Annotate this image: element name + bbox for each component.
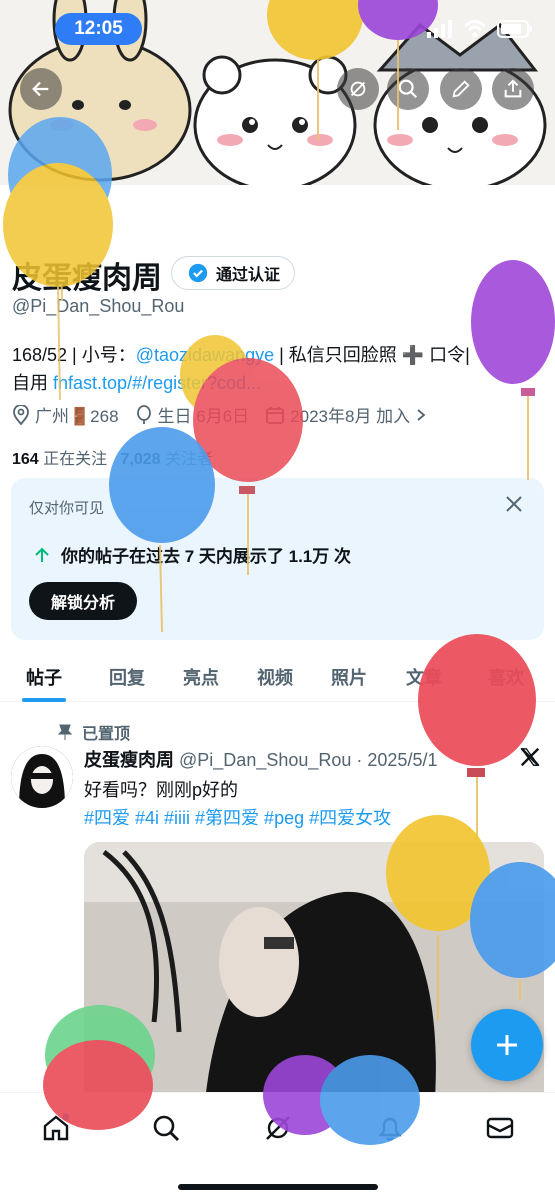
search-icon — [398, 79, 418, 99]
pinned-label: 已置顶 — [82, 726, 131, 743]
following-label: 正在关注 — [43, 451, 108, 468]
verified-badge-icon — [188, 263, 208, 283]
share-icon — [504, 79, 522, 98]
following-link[interactable]: 164 正在关注 — [12, 451, 107, 468]
profile-tabs: 帖子 回复 亮点 视频 照片 文章 喜欢 — [0, 652, 555, 702]
grok-icon — [350, 81, 366, 97]
avatar-illustration — [11, 746, 73, 808]
calendar-icon — [266, 406, 285, 424]
bio-line2-prefix: 自用 — [12, 373, 54, 393]
post-image[interactable] — [84, 842, 544, 1112]
unlock-analytics-button[interactable]: 解锁分析 — [29, 582, 137, 620]
follow-stats: 164 正在关注 7,028 关注者 — [12, 445, 213, 469]
location-item: 广州🚪268 — [12, 402, 119, 427]
bio-line1-prefix: 168/52 | 小号： — [12, 345, 136, 365]
post-author-name[interactable]: 皮蛋瘦肉周 — [84, 750, 174, 770]
post-handle-date: @Pi_Dan_Shou_Rou · 2025/5/1 — [179, 750, 438, 770]
insight-card: 仅对你可见 你的帖子在过去 7 天内展示了 1.1万 次 解锁分析 — [11, 478, 544, 640]
impressions-stat: 你的帖子在过去 7 天内展示了 1.1万 次 — [33, 542, 351, 567]
verified-label: 通过认证 — [216, 267, 281, 284]
grok-nav-icon[interactable] — [263, 1113, 293, 1143]
location-text: 广州🚪268 — [35, 407, 119, 426]
verified-button[interactable]: 通过认证 — [171, 256, 295, 290]
post-photo — [84, 842, 544, 1112]
balloon-icon — [136, 404, 151, 424]
back-button[interactable] — [20, 68, 62, 110]
profile-meta: 广州🚪268 生日 6月6日 2023年8月 加入 — [12, 402, 427, 427]
followers-link[interactable]: 7,028 关注者 — [121, 451, 214, 468]
profile-handle: @Pi_Dan_Shou_Rou — [12, 296, 185, 316]
profile-name: 皮蛋瘦肉周 — [12, 262, 162, 295]
home-icon[interactable] — [41, 1113, 71, 1143]
share-button[interactable] — [492, 68, 534, 110]
plus-icon — [497, 1035, 517, 1055]
only-you-label: 仅对你可见 — [29, 500, 105, 517]
bio-url-link[interactable]: fnfast.top/#/register?cod... — [53, 373, 261, 393]
impressions-text: 你的帖子在过去 7 天内展示了 1.1万 次 — [61, 547, 351, 566]
tab-replies[interactable]: 回复 — [109, 652, 145, 702]
chevron-right-icon — [417, 408, 426, 421]
followers-count: 7,028 — [120, 451, 161, 468]
tab-posts[interactable]: 帖子 — [22, 652, 66, 702]
pin-icon — [58, 724, 72, 740]
post-header: 皮蛋瘦肉周 @Pi_Dan_Shou_Rou · 2025/5/1 — [84, 746, 437, 772]
tab-likes[interactable]: 喜欢 — [488, 652, 524, 702]
search-nav-icon[interactable] — [151, 1113, 181, 1143]
edit-button[interactable] — [440, 68, 482, 110]
post-text: 好看吗？刚刚p好的 — [84, 780, 239, 800]
post-hashtags[interactable]: #四爱 #4i #iiii #第四爱 #peg #四爱女攻 — [84, 804, 391, 830]
x-logo-icon — [520, 747, 540, 767]
location-pin-icon — [13, 404, 29, 425]
back-arrow-icon — [32, 81, 49, 97]
tab-photos[interactable]: 照片 — [331, 652, 367, 702]
messages-envelope-icon[interactable] — [485, 1113, 515, 1143]
tab-videos[interactable]: 视频 — [257, 652, 293, 702]
status-time: 12:05 — [55, 13, 142, 45]
profile-bio: 168/52 | 小号：@taozidawangye | 私信只回脸照 ➕ 口令… — [12, 341, 542, 397]
arrow-up-icon — [35, 547, 49, 562]
birthday-item: 生日 6月6日 — [135, 402, 250, 427]
status-icons — [427, 20, 533, 38]
joined-text: 2023年8月 加入 — [290, 407, 411, 426]
compose-post-button[interactable] — [471, 1009, 543, 1081]
post-author-avatar[interactable] — [11, 746, 73, 808]
joined-item[interactable]: 2023年8月 加入 — [265, 402, 427, 427]
signal-icon — [427, 20, 452, 38]
battery-icon — [497, 20, 532, 38]
tab-highlights[interactable]: 亮点 — [183, 652, 219, 702]
birthday-text: 生日 6月6日 — [157, 407, 250, 426]
close-icon[interactable] — [504, 494, 524, 514]
notifications-bell-icon[interactable] — [375, 1113, 405, 1143]
pinned-indicator: 已置顶 — [58, 720, 130, 744]
followers-label: 关注者 — [165, 451, 214, 468]
pencil-icon — [452, 80, 470, 98]
wifi-icon — [463, 20, 487, 38]
tab-articles[interactable]: 文章 — [406, 652, 442, 702]
following-count: 164 — [12, 451, 39, 468]
bio-mention-link[interactable]: @taozidawangye — [136, 345, 274, 365]
bio-line1-suffix: | 私信只回脸照 ➕ 口令| — [274, 345, 470, 365]
home-indicator — [178, 1184, 378, 1190]
search-button[interactable] — [387, 68, 429, 110]
grok-button[interactable] — [337, 68, 379, 110]
